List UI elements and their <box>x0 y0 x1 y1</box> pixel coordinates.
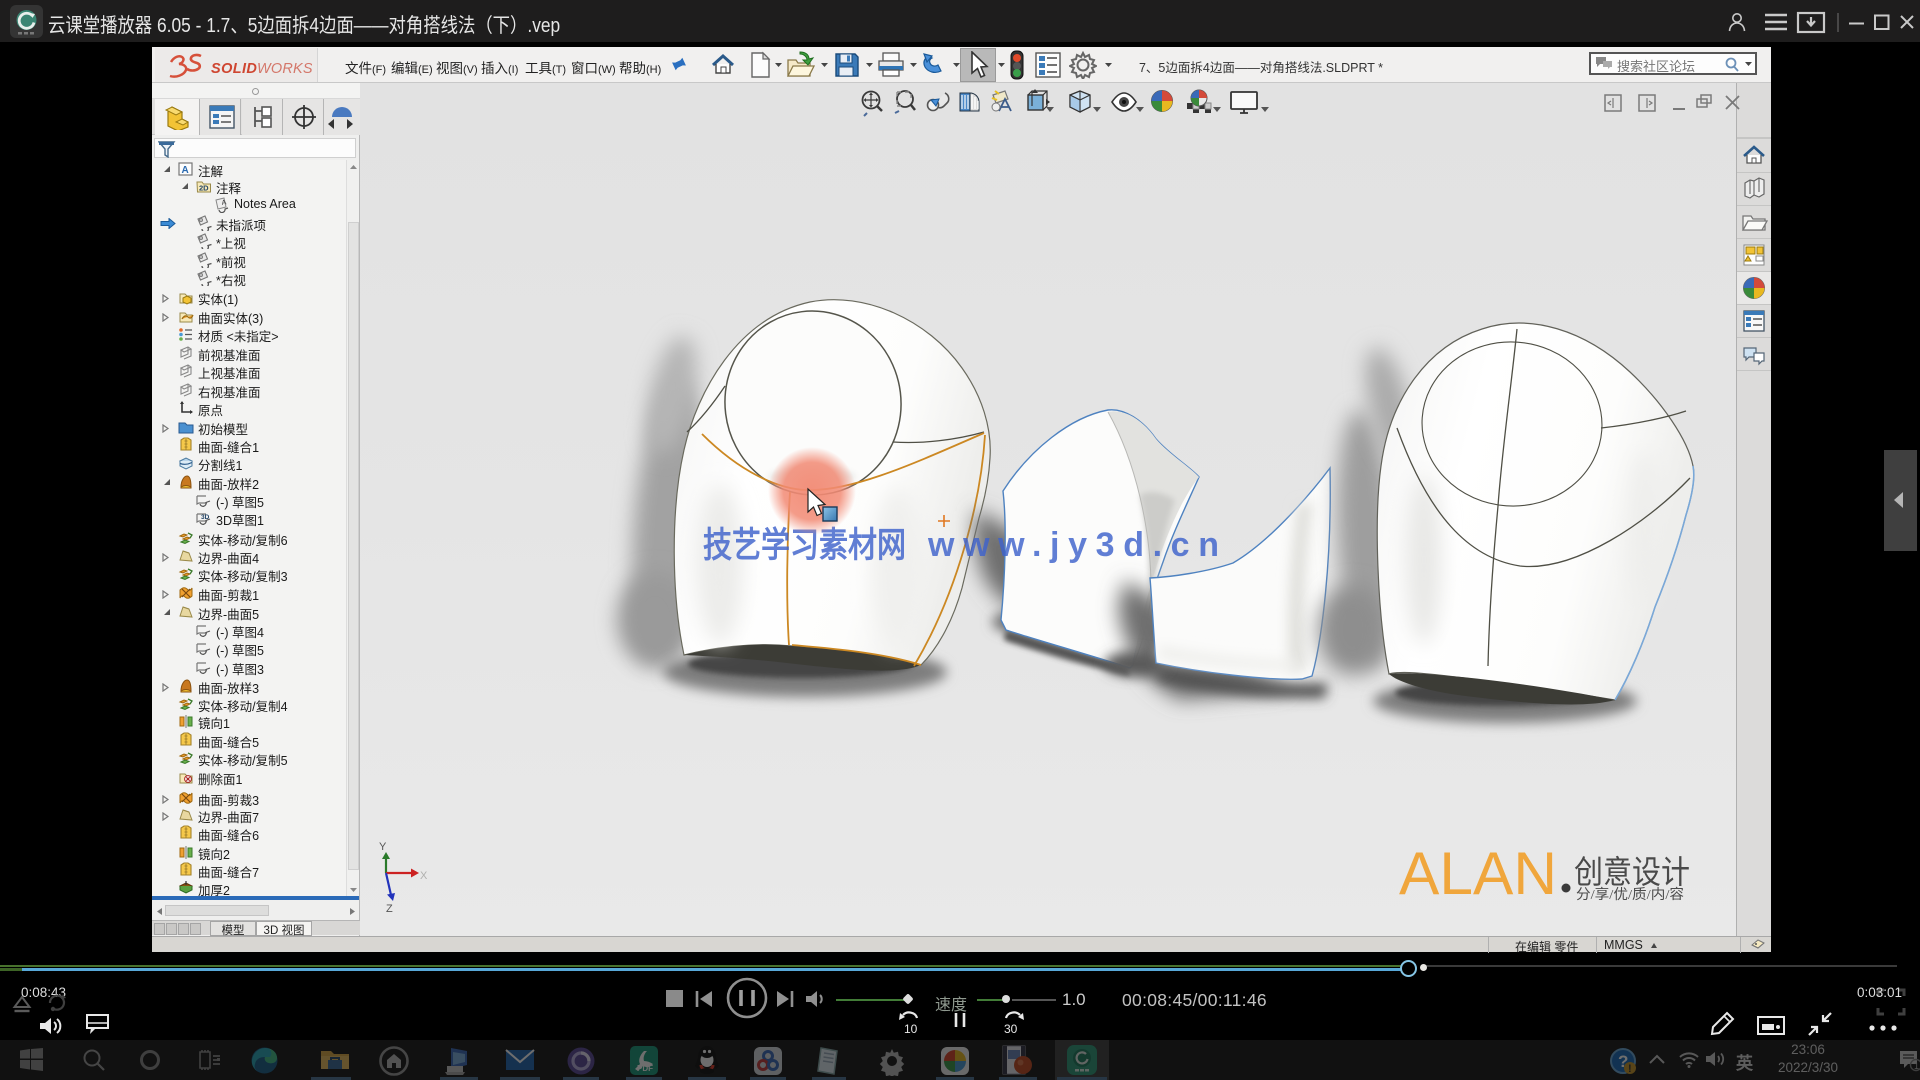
svg-text:SOLID: SOLID <box>211 61 257 77</box>
svg-text:X: X <box>420 870 428 882</box>
svg-text:WORKS: WORKS <box>257 61 312 77</box>
svg-text:分/享/优/质/内/容: 分/享/优/质/内/容 <box>1576 884 1684 904</box>
svg-text:A: A <box>182 165 189 176</box>
svg-text:Y: Y <box>379 841 387 853</box>
svg-text:30: 30 <box>1004 1022 1018 1035</box>
svg-text:2D: 2D <box>199 184 209 193</box>
svg-text:www.jy3d.cn: www.jy3d.cn <box>927 526 1219 564</box>
svg-text:10: 10 <box>904 1022 918 1035</box>
svg-text:Z: Z <box>386 903 393 915</box>
svg-text:A: A <box>221 199 227 207</box>
svg-text:ALAN: ALAN <box>1399 840 1557 907</box>
